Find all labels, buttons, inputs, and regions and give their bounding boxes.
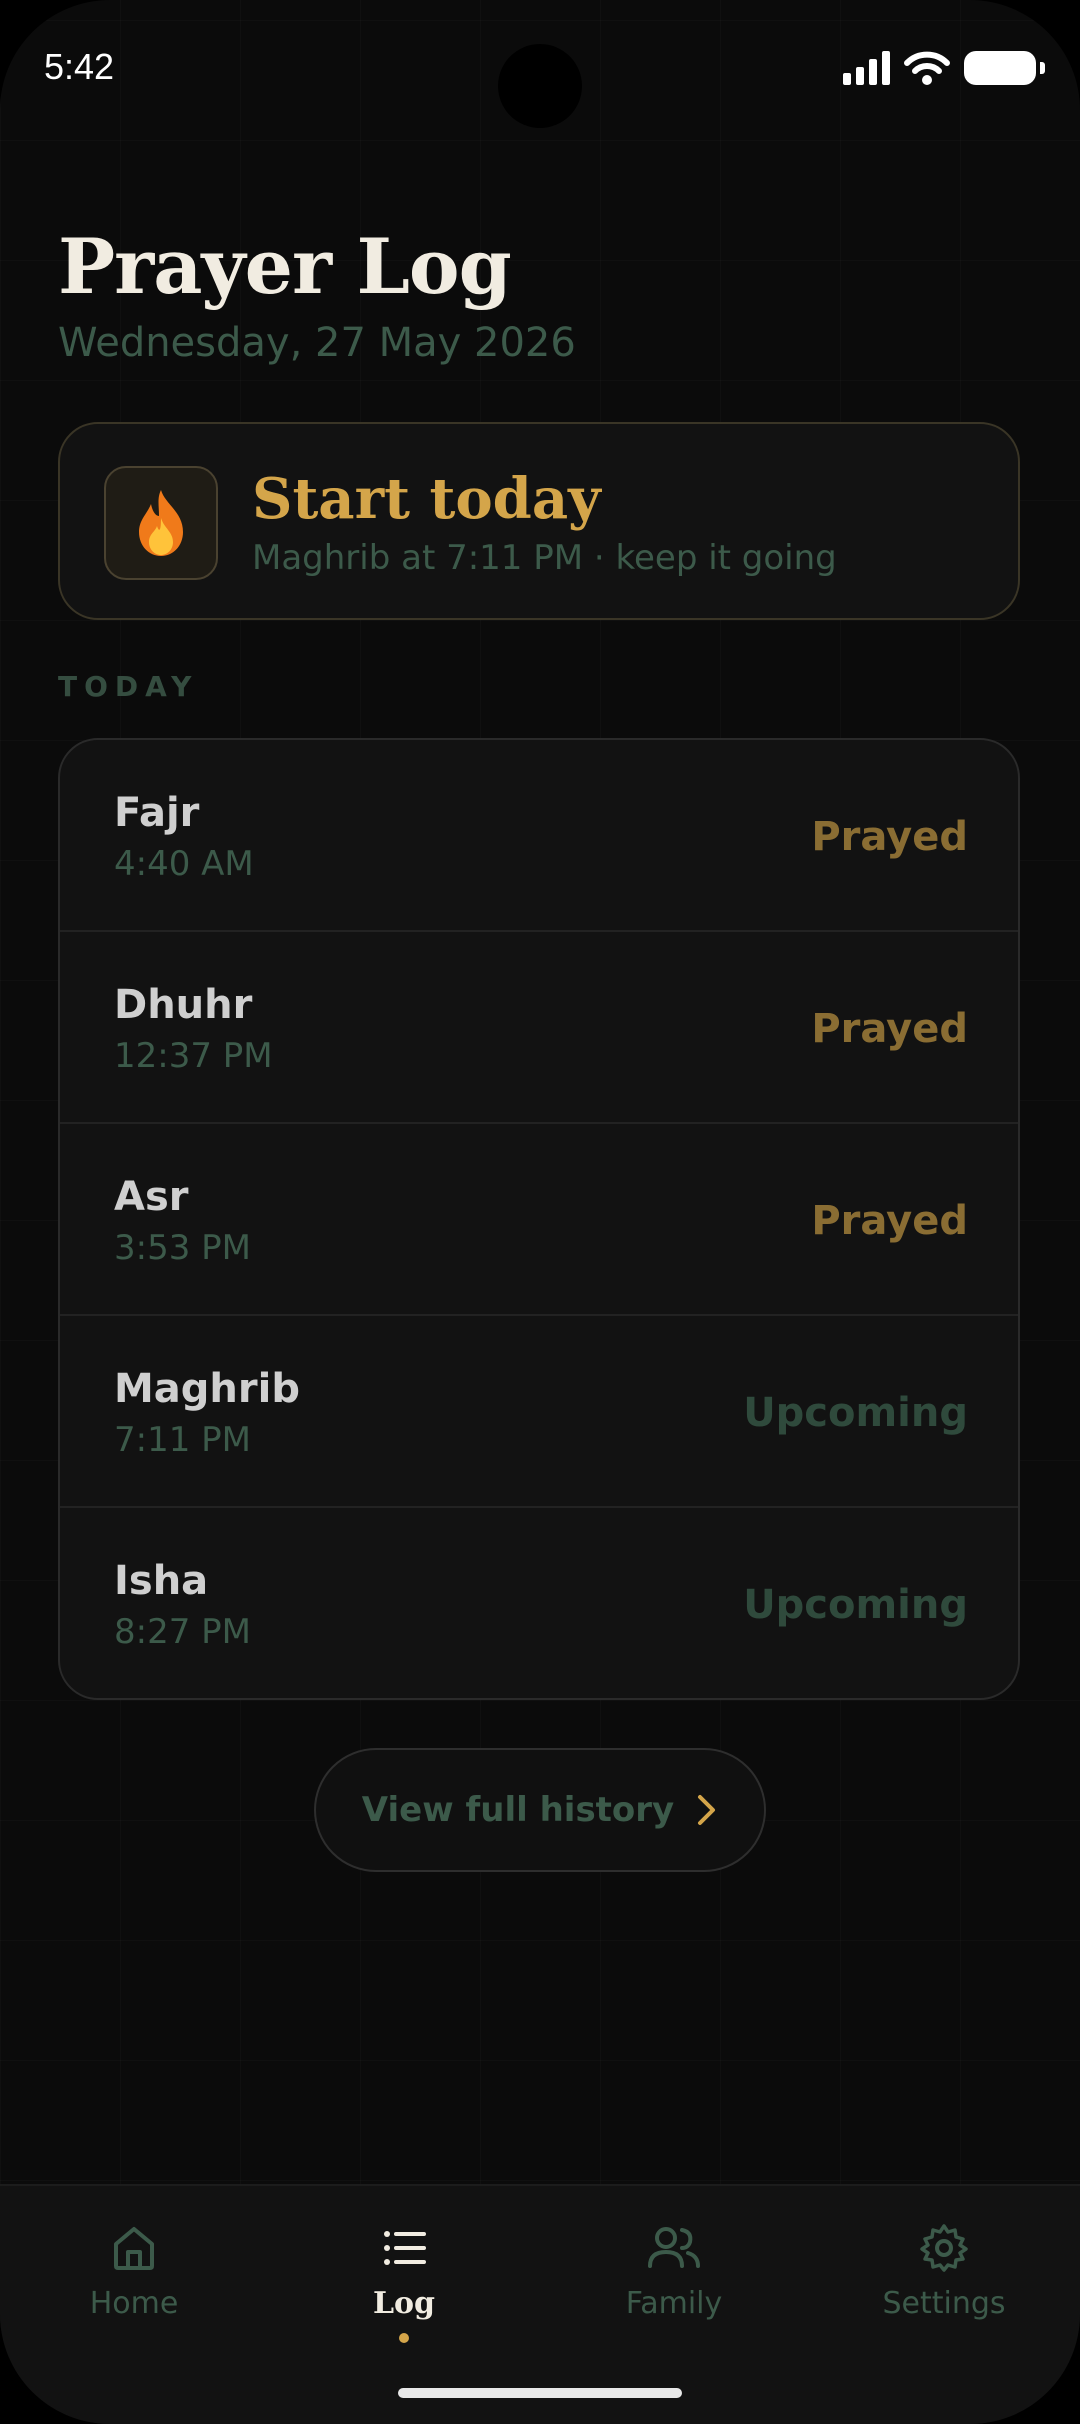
prayer-time: 3:53 PM: [114, 1228, 251, 1268]
view-history-label: View full history: [361, 1790, 675, 1830]
tab-family[interactable]: Family: [564, 2222, 784, 2372]
prayer-time: 4:40 AM: [114, 844, 254, 884]
status-icons: [843, 50, 1045, 86]
prayer-time: 12:37 PM: [114, 1036, 273, 1076]
tab-label: Family: [625, 2286, 723, 2321]
prayer-time: 7:11 PM: [114, 1420, 251, 1460]
wifi-icon: [904, 51, 950, 85]
prayer-name: Isha: [114, 1558, 209, 1604]
prayer-row-dhuhr[interactable]: Dhuhr 12:37 PM Prayed: [60, 932, 1018, 1124]
tab-label: Settings: [882, 2286, 1006, 2321]
streak-icon-box: [104, 466, 218, 580]
status-time: 5:42: [44, 46, 115, 87]
prayer-row-maghrib[interactable]: Maghrib 7:11 PM Upcoming: [60, 1316, 1018, 1508]
prayer-row-asr[interactable]: Asr 3:53 PM Prayed: [60, 1124, 1018, 1316]
tab-home[interactable]: Home: [24, 2222, 244, 2372]
list-icon: [384, 2231, 426, 2265]
prayer-list: Fajr 4:40 AM Prayed Dhuhr 12:37 PM Praye…: [58, 738, 1020, 1700]
tab-log[interactable]: Log: [294, 2222, 514, 2372]
gear-icon: [920, 2224, 968, 2272]
page-title: Prayer Log: [58, 222, 512, 311]
prayer-status[interactable]: Prayed: [811, 1198, 968, 1244]
section-label-today: TODAY: [58, 670, 199, 703]
streak-subtitle: Maghrib at 7:11 PM · keep it going: [252, 538, 837, 578]
flame-icon: [139, 490, 183, 556]
prayer-status[interactable]: Upcoming: [743, 1390, 968, 1436]
signal-icon: [843, 51, 890, 85]
active-tab-indicator: [399, 2333, 409, 2343]
prayer-name: Asr: [114, 1174, 189, 1220]
streak-card[interactable]: Start today Maghrib at 7:11 PM · keep it…: [58, 422, 1020, 620]
prayer-row-isha[interactable]: Isha 8:27 PM Upcoming: [60, 1508, 1018, 1698]
tab-label: Log: [372, 2286, 436, 2321]
phone-screen: 5:42 Prayer Log Wednesday, 27 May 2026 S…: [0, 0, 1080, 2424]
tab-label: Home: [89, 2286, 179, 2321]
prayer-name: Fajr: [114, 790, 200, 836]
prayer-name: Maghrib: [114, 1366, 300, 1412]
prayer-name: Dhuhr: [114, 982, 253, 1028]
home-indicator[interactable]: [398, 2388, 682, 2398]
battery-icon: [964, 51, 1045, 85]
chevron-right-icon: [698, 1795, 716, 1825]
camera-cutout: [498, 44, 582, 128]
status-bar: 5:42: [0, 0, 1080, 140]
prayer-status[interactable]: Upcoming: [743, 1582, 968, 1628]
prayer-status[interactable]: Prayed: [811, 1006, 968, 1052]
prayer-status[interactable]: Prayed: [811, 814, 968, 860]
streak-title: Start today: [252, 466, 601, 532]
prayer-time: 8:27 PM: [114, 1612, 251, 1652]
view-history-button[interactable]: View full history: [314, 1748, 766, 1872]
home-icon: [114, 2227, 154, 2270]
page-date: Wednesday, 27 May 2026: [58, 320, 576, 366]
tab-settings[interactable]: Settings: [834, 2222, 1054, 2372]
prayer-row-fajr[interactable]: Fajr 4:40 AM Prayed: [60, 740, 1018, 932]
users-icon: [648, 2227, 700, 2268]
